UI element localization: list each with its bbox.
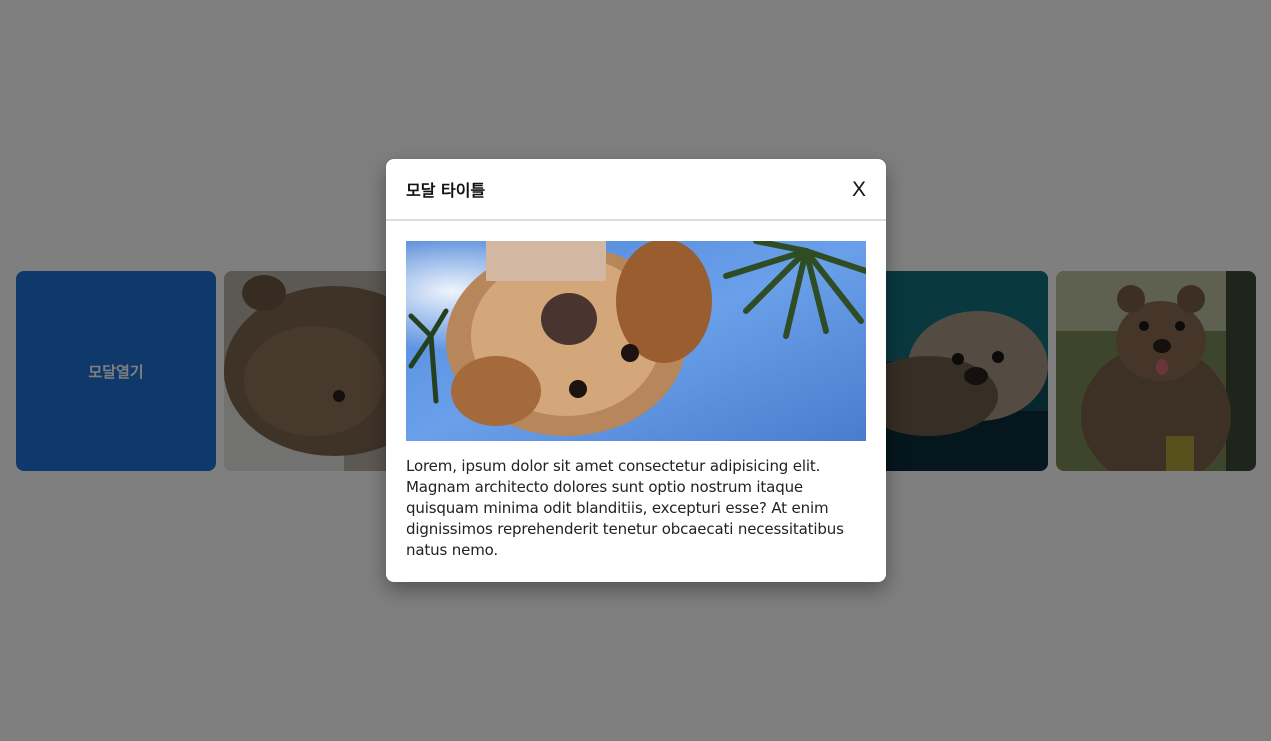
close-button[interactable]: X <box>852 179 866 200</box>
modal-title: 모달 타이틀 <box>406 181 486 200</box>
modal-header: 모달 타이틀 X <box>386 159 886 221</box>
modal-dialog: 모달 타이틀 X Lorem, ipsum dolor sit amet con… <box>386 159 886 582</box>
modal-body: Lorem, ipsum dolor sit amet consectetur … <box>386 221 886 581</box>
modal-body-text: Lorem, ipsum dolor sit amet consectetur … <box>406 457 844 559</box>
upside-down-dog-photo <box>406 241 866 441</box>
